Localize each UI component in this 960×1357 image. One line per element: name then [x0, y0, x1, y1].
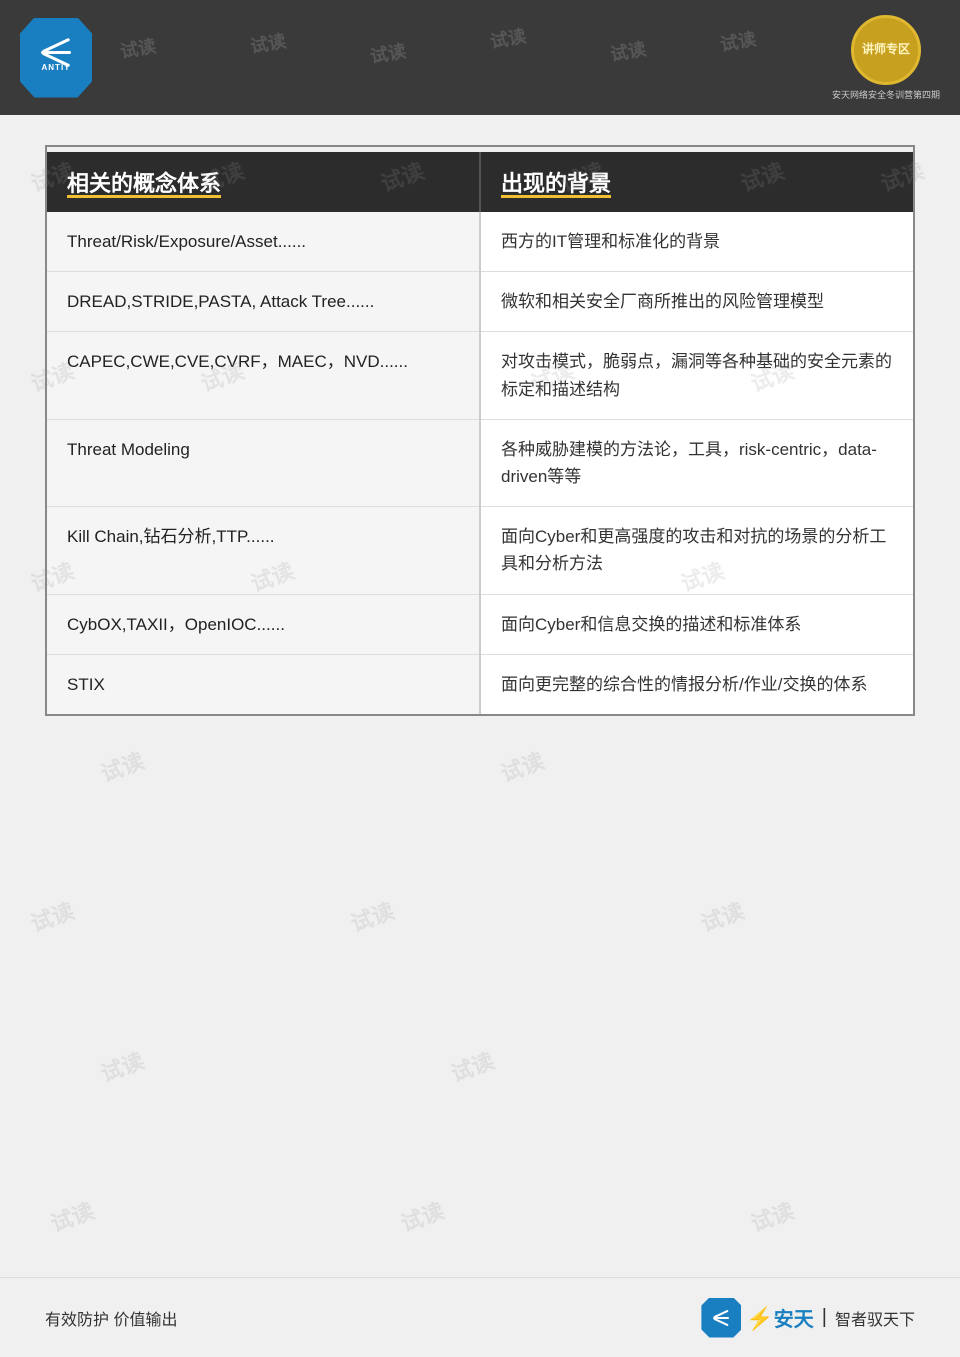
table-cell-col2: 各种威胁建模的方法论，工具，risk-centric，data-driven等等	[480, 419, 913, 506]
badge-subtitle: 安天网络安全冬训营第四期	[832, 88, 940, 101]
badge-circle: 讲师专区	[851, 15, 921, 85]
header-watermark-6: 试读	[718, 25, 758, 57]
footer-brand-name: ⚡安天	[746, 1303, 813, 1332]
table-row: Threat/Risk/Exposure/Asset...... 西方的IT管理…	[47, 212, 913, 272]
col2-header-text: 出现的背景	[501, 171, 611, 196]
body-watermark-18: 试读	[96, 1043, 148, 1088]
header-watermark-3: 试读	[368, 37, 408, 69]
table-cell-col2: 面向更完整的综合性的情报分析/作业/交换的体系	[480, 654, 913, 714]
table-cell-col2: 微软和相关安全厂商所推出的风险管理模型	[480, 272, 913, 332]
table-row: Kill Chain,钻石分析,TTP...... 面向Cyber和更高强度的攻…	[47, 507, 913, 594]
footer: 有效防护 价值输出 ⚡安天 | 智者驭天下	[0, 1277, 960, 1357]
main-content: 相关的概念体系 出现的背景 Threat/Risk/Exposure/Asset…	[0, 115, 960, 746]
footer-logo-icon	[701, 1298, 741, 1338]
body-watermark-16: 试读	[346, 893, 398, 938]
table-cell-col1: DREAD,STRIDE,PASTA, Attack Tree......	[47, 272, 480, 332]
body-watermark-22: 试读	[746, 1193, 798, 1238]
logo: ANTIY	[20, 18, 92, 98]
main-table: 相关的概念体系 出现的背景 Threat/Risk/Exposure/Asset…	[47, 152, 913, 714]
body-watermark-15: 试读	[26, 893, 78, 938]
table-row: CybOX,TAXII，OpenIOC...... 面向Cyber和信息交换的描…	[47, 594, 913, 654]
footer-logo-lines	[713, 1313, 729, 1323]
table-cell-col1: STIX	[47, 654, 480, 714]
footer-brand-tagline: 智者驭天下	[835, 1306, 915, 1330]
header: 试读 试读 试读 试读 试读 试读 ANTIY 讲师专区 安天网络安全冬训营第四…	[0, 0, 960, 115]
table-row: DREAD,STRIDE,PASTA, Attack Tree...... 微软…	[47, 272, 913, 332]
table-cell-col1: Threat/Risk/Exposure/Asset......	[47, 212, 480, 272]
body-watermark-19: 试读	[446, 1043, 498, 1088]
table-cell-col1: Kill Chain,钻石分析,TTP......	[47, 507, 480, 594]
table-body: Threat/Risk/Exposure/Asset...... 西方的IT管理…	[47, 212, 913, 714]
table-wrapper: 相关的概念体系 出现的背景 Threat/Risk/Exposure/Asset…	[45, 145, 915, 716]
table-cell-col2: 西方的IT管理和标准化的背景	[480, 212, 913, 272]
table-cell-col1: Threat Modeling	[47, 419, 480, 506]
table-cell-col2: 面向Cyber和更高强度的攻击和对抗的场景的分析工具和分析方法	[480, 507, 913, 594]
body-watermark-20: 试读	[46, 1193, 98, 1238]
table-cell-col2: 面向Cyber和信息交换的描述和标准体系	[480, 594, 913, 654]
header-watermark-5: 试读	[608, 35, 648, 67]
logo-lines	[41, 44, 71, 61]
header-badge: 讲师专区 安天网络安全冬训营第四期	[832, 15, 940, 101]
footer-sep: |	[822, 1306, 827, 1329]
footer-left-text: 有效防护 价值输出	[45, 1306, 177, 1330]
table-header-row: 相关的概念体系 出现的背景	[47, 152, 913, 212]
table-row: STIX 面向更完整的综合性的情报分析/作业/交换的体系	[47, 654, 913, 714]
col1-header: 相关的概念体系	[47, 152, 480, 212]
table-row: Threat Modeling 各种威胁建模的方法论，工具，risk-centr…	[47, 419, 913, 506]
body-watermark-13: 试读	[96, 743, 148, 788]
logo-shape: ANTIY	[20, 18, 92, 98]
badge-inner-text: 讲师专区	[862, 41, 910, 58]
body-watermark-21: 试读	[396, 1193, 448, 1238]
badge-main-text: 讲师专区	[862, 41, 910, 58]
col1-header-text: 相关的概念体系	[67, 171, 221, 196]
footer-right: ⚡安天 | 智者驭天下	[701, 1298, 915, 1338]
col2-header: 出现的背景	[480, 152, 913, 212]
body-watermark-14: 试读	[496, 743, 548, 788]
header-watermark-1: 试读	[118, 32, 158, 64]
header-watermark-4: 试读	[488, 22, 528, 54]
table-cell-col1: CybOX,TAXII，OpenIOC......	[47, 594, 480, 654]
header-watermark-2: 试读	[248, 27, 288, 59]
table-cell-col2: 对攻击模式，脆弱点，漏洞等各种基础的安全元素的标定和描述结构	[480, 332, 913, 419]
footer-lightning-icon: ⚡	[746, 1306, 773, 1331]
table-row: CAPEC,CWE,CVE,CVRF，MAEC，NVD...... 对攻击模式，…	[47, 332, 913, 419]
table-cell-col1: CAPEC,CWE,CVE,CVRF，MAEC，NVD......	[47, 332, 480, 419]
body-watermark-17: 试读	[696, 893, 748, 938]
